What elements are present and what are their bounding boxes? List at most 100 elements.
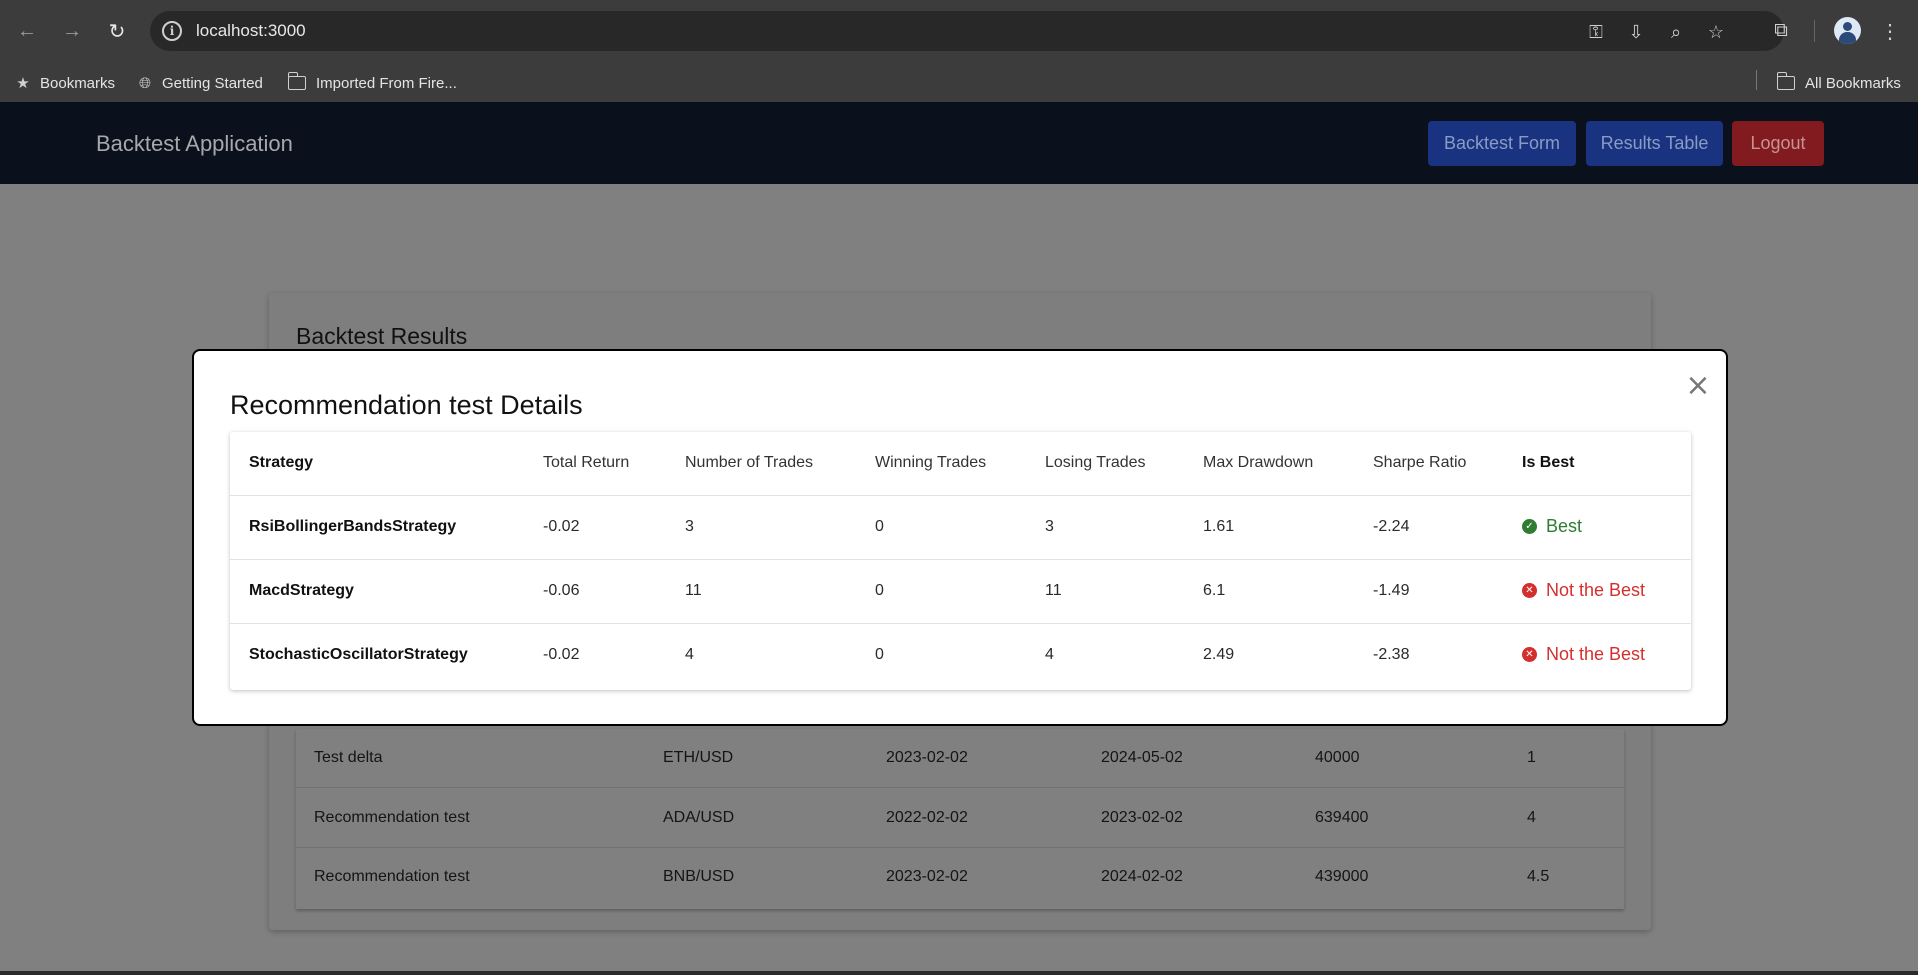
results-table: Test delta ETH/USD 2023-02-02 2024-05-02… (296, 729, 1624, 909)
cell-winning-trades: 0 (875, 646, 884, 663)
bookmark-label: Imported From Fire... (316, 74, 457, 92)
cell-winning-trades: 0 (875, 582, 884, 599)
cell-total-return: -0.02 (543, 646, 580, 663)
header-max-drawdown: Max Drawdown (1203, 454, 1314, 471)
browser-toolbar: ← → ↻ i localhost:3000 ⚿ ⇩ ⌕ ☆ ⧉ ⋮ (0, 0, 1918, 62)
cell-start-date: 2023-02-02 (886, 868, 968, 885)
cell-number-of-trades: 11 (685, 582, 702, 599)
bookmark-getting-started[interactable]: 🌐︎ Getting Started (136, 72, 263, 94)
all-bookmarks-label: All Bookmarks (1805, 74, 1901, 92)
cell-name: Recommendation test (314, 868, 470, 885)
folder-icon (287, 72, 306, 90)
reload-icon[interactable]: ↻ (102, 16, 132, 46)
cell-strategy: RsiBollingerBandsStrategy (249, 518, 457, 535)
table-row[interactable]: StochasticOscillatorStrategy -0.02 4 0 4… (230, 624, 1691, 688)
table-row[interactable]: Test delta ETH/USD 2023-02-02 2024-05-02… (296, 729, 1624, 788)
best-badge: ✓ Best (1522, 516, 1582, 537)
toolbar-divider (1814, 20, 1815, 42)
table-row[interactable]: Recommendation test ADA/USD 2022-02-02 2… (296, 789, 1624, 848)
address-bar[interactable]: i localhost:3000 ⚿ ⇩ ⌕ ☆ (150, 11, 1784, 51)
forward-arrow-icon[interactable]: → (57, 16, 87, 46)
results-table-button[interactable]: Results Table (1586, 121, 1723, 166)
cell-end-date: 2024-02-02 (1101, 868, 1183, 885)
app-navbar: Backtest Application Backtest Form Resul… (0, 102, 1918, 184)
site-info-icon[interactable]: i (162, 21, 182, 41)
extensions-icon[interactable]: ⧉ (1766, 16, 1796, 46)
cell-sharpe-ratio: -2.38 (1373, 646, 1410, 663)
header-winning-trades: Winning Trades (875, 454, 987, 471)
header-total-return: Total Return (543, 454, 630, 471)
cell-pair: ADA/USD (663, 809, 735, 826)
results-title: Backtest Results (296, 323, 468, 349)
cell-amount: 40000 (1315, 749, 1360, 766)
cell-losing-trades: 4 (1045, 646, 1054, 663)
header-sharpe-ratio: Sharpe Ratio (1373, 454, 1467, 471)
cancel-circle-icon: ✕ (1522, 583, 1537, 598)
is-best-label: Not the Best (1546, 644, 1646, 664)
cell-total-return: -0.06 (543, 582, 580, 599)
address-url[interactable]: localhost:3000 (196, 21, 306, 41)
cell-value: 4 (1527, 809, 1536, 826)
cell-sharpe-ratio: -1.49 (1373, 582, 1410, 599)
not-best-badge: ✕ Not the Best (1522, 580, 1645, 601)
cell-max-drawdown: 6.1 (1203, 582, 1226, 599)
globe-icon: 🌐︎ (138, 74, 151, 92)
all-bookmarks[interactable]: All Bookmarks (1776, 72, 1901, 94)
bookmarks-divider (1756, 70, 1757, 90)
cell-start-date: 2022-02-02 (886, 809, 968, 826)
bookmark-imported-folder[interactable]: Imported From Fire... (287, 72, 457, 94)
cell-strategy: StochasticOscillatorStrategy (249, 646, 468, 663)
star-icon: ★ (16, 75, 30, 92)
is-best-label: Best (1546, 516, 1583, 536)
cell-pair: BNB/USD (663, 868, 735, 885)
cell-name: Test delta (314, 749, 383, 766)
cell-winning-trades: 0 (875, 518, 884, 535)
close-icon[interactable]: × (1684, 368, 1712, 403)
profile-avatar[interactable] (1834, 17, 1861, 44)
cell-max-drawdown: 1.61 (1203, 518, 1235, 535)
table-row[interactable]: MacdStrategy -0.06 11 0 11 6.1 -1.49 ✕ N… (230, 560, 1691, 624)
browser-chrome: ← → ↻ i localhost:3000 ⚿ ⇩ ⌕ ☆ ⧉ ⋮ ★ Boo… (0, 0, 1918, 102)
cell-max-drawdown: 2.49 (1203, 646, 1235, 663)
cancel-circle-icon: ✕ (1522, 647, 1537, 662)
bookmark-label: Getting Started (162, 74, 263, 92)
logout-button[interactable]: Logout (1732, 121, 1824, 166)
is-best-label: Not the Best (1546, 580, 1646, 600)
table-row[interactable]: RsiBollingerBandsStrategy -0.02 3 0 3 1.… (230, 496, 1691, 560)
cell-end-date: 2023-02-02 (1101, 809, 1183, 826)
window-bottom-edge (0, 971, 1918, 975)
app-title[interactable]: Backtest Application (96, 131, 293, 157)
more-menu-icon[interactable]: ⋮ (1880, 16, 1900, 46)
password-key-icon[interactable]: ⚿ (1583, 19, 1609, 45)
header-number-of-trades: Number of Trades (685, 454, 814, 471)
cell-amount: 439000 (1315, 868, 1369, 885)
bookmarks-bar: ★ Bookmarks 🌐︎ Getting Started Imported … (0, 62, 1918, 102)
cell-total-return: -0.02 (543, 518, 580, 535)
table-header-row: Strategy Total Return Number of Trades W… (230, 432, 1691, 496)
cell-value: 1 (1527, 749, 1536, 766)
cell-name: Recommendation test (314, 809, 470, 826)
zoom-icon[interactable]: ⌕ (1663, 19, 1689, 45)
cell-start-date: 2023-02-02 (886, 749, 968, 766)
cell-value: 4.5 (1527, 868, 1550, 885)
strategy-details-table: Strategy Total Return Number of Trades W… (230, 432, 1691, 690)
cell-amount: 639400 (1315, 809, 1369, 826)
install-app-icon[interactable]: ⇩ (1623, 19, 1649, 45)
header-strategy: Strategy (249, 454, 314, 471)
check-circle-icon: ✓ (1522, 519, 1537, 534)
cell-losing-trades: 3 (1045, 518, 1054, 535)
backtest-form-button[interactable]: Backtest Form (1428, 121, 1576, 166)
header-losing-trades: Losing Trades (1045, 454, 1146, 471)
bookmark-label: Bookmarks (40, 74, 116, 92)
bookmark-bookmarks[interactable]: ★ Bookmarks (14, 72, 115, 94)
cell-number-of-trades: 3 (685, 518, 694, 535)
cell-strategy: MacdStrategy (249, 582, 354, 599)
cell-number-of-trades: 4 (685, 646, 694, 663)
back-arrow-icon[interactable]: ← (12, 16, 42, 46)
cell-sharpe-ratio: -2.24 (1373, 518, 1410, 535)
bookmark-star-icon[interactable]: ☆ (1703, 19, 1729, 45)
table-row[interactable]: Recommendation test BNB/USD 2023-02-02 2… (296, 848, 1624, 907)
folder-icon (1776, 72, 1795, 90)
cell-end-date: 2024-05-02 (1101, 749, 1183, 766)
header-is-best: Is Best (1522, 454, 1575, 471)
